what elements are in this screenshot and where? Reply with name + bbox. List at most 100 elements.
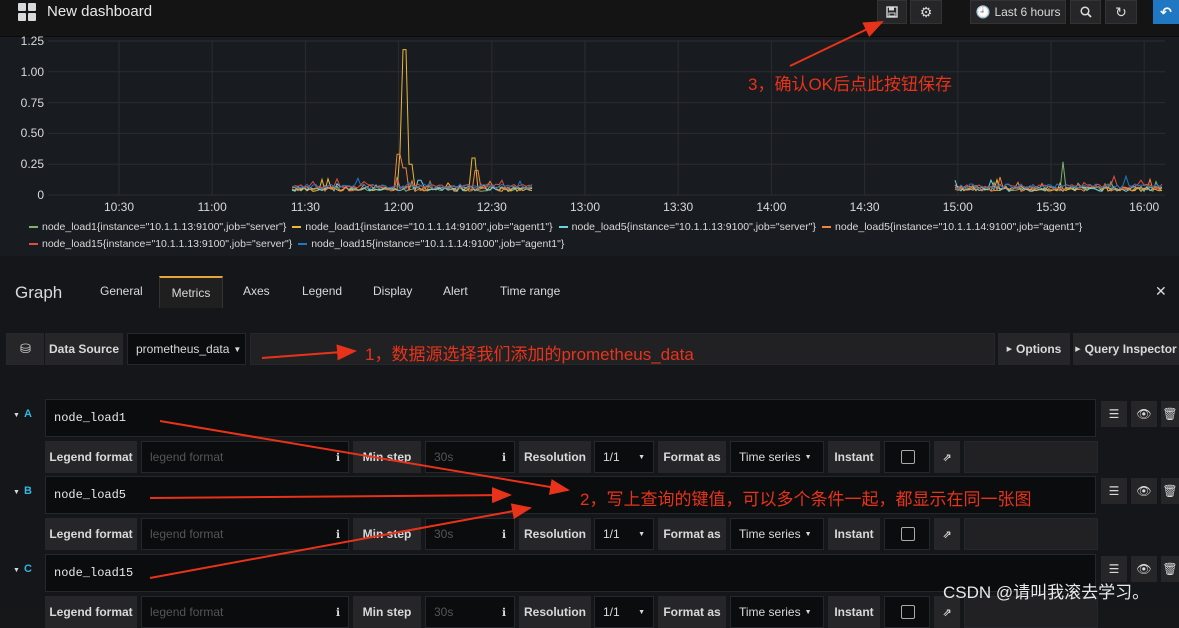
legend-item[interactable]: node_load5{instance="10.1.1.13:9100",job… — [558, 221, 816, 233]
annotation-query-hint: 2，写上查询的键值，可以多个条件一起，都显示在同一张图 — [580, 490, 1032, 509]
share-query-button[interactable]: ⇗ — [934, 441, 960, 473]
tab-legend[interactable]: Legend — [302, 284, 342, 298]
delete-query-button[interactable]: 🗑 — [1161, 401, 1179, 427]
instant-label: Instant — [828, 596, 880, 628]
query-menu-button[interactable]: ☰ — [1101, 478, 1127, 504]
x-tick-label: 15:00 — [942, 200, 973, 214]
info-icon: ℹ — [501, 528, 506, 541]
tab-time-range[interactable]: Time range — [500, 284, 560, 298]
resolution-value: 1/1 — [603, 527, 620, 541]
query-menu-button[interactable]: ☰ — [1101, 401, 1127, 427]
trash-icon: 🗑 — [1162, 484, 1178, 498]
instant-label: Instant — [828, 518, 880, 550]
instant-checkbox[interactable] — [901, 527, 915, 541]
close-editor-icon[interactable]: ✕ — [1155, 283, 1167, 300]
info-icon: ℹ — [335, 606, 340, 619]
dashboard-title[interactable]: New dashboard — [47, 3, 152, 20]
save-dashboard-button[interactable] — [877, 0, 907, 24]
time-picker-button[interactable]: 🕘 Last 6 hours — [970, 0, 1066, 24]
bars-icon: ☰ — [1108, 484, 1120, 498]
x-tick-label: 12:00 — [383, 200, 414, 214]
refresh-icon: ↻ — [1115, 3, 1127, 20]
instant-toggle[interactable] — [884, 518, 930, 550]
y-tick-label: 1.00 — [20, 64, 44, 79]
legend-item[interactable]: node_load5{instance="10.1.1.14:9100",job… — [822, 221, 1082, 233]
legend-format-input[interactable]: legend format ℹ — [141, 441, 349, 473]
dashboard-grid-icon[interactable] — [18, 3, 36, 21]
query-expression-text: node_load15 — [54, 566, 134, 580]
y-tick-label: 0 — [37, 188, 44, 202]
settings-button[interactable]: ⚙ — [910, 0, 942, 24]
options-button[interactable]: ▶ Options — [998, 333, 1070, 365]
y-tick-label: 0.50 — [20, 126, 44, 141]
x-tick-label: 11:30 — [290, 200, 320, 214]
instant-checkbox[interactable] — [901, 605, 915, 619]
zoom-out-button[interactable] — [1070, 0, 1101, 24]
instant-checkbox[interactable] — [901, 450, 915, 464]
legend-label: node_load15{instance="10.1.1.13:9100",jo… — [42, 238, 293, 250]
legend-format-input[interactable]: legend format ℹ — [141, 518, 349, 550]
query-row-spacer — [964, 441, 1098, 473]
query-inspector-label: Query Inspector — [1084, 342, 1177, 356]
database-icon: ⛁ — [20, 341, 31, 356]
query-ref-a[interactable]: ▼ A — [13, 408, 32, 420]
datasource-value: prometheus_data — [136, 342, 230, 356]
toggle-query-visibility-button[interactable]: 👁 — [1131, 401, 1157, 427]
x-tick-label: 13:00 — [569, 200, 601, 214]
format-as-value: Time series — [739, 605, 801, 619]
instant-toggle[interactable] — [884, 441, 930, 473]
csdn-watermark: CSDN @请叫我滚去学习。 — [943, 583, 1150, 602]
legend-item[interactable]: node_load1{instance="10.1.1.13:9100",job… — [29, 221, 286, 233]
delete-query-button[interactable]: 🗑 — [1161, 556, 1179, 582]
resolution-label: Resolution — [519, 441, 591, 473]
query-expression-input[interactable]: node_load15 — [45, 554, 1096, 592]
info-icon: ℹ — [501, 451, 506, 464]
legend-item[interactable]: node_load1{instance="10.1.1.14:9100",job… — [292, 221, 553, 233]
format-as-select[interactable]: Time series ▼ — [730, 441, 824, 473]
min-step-label: Min step — [353, 518, 421, 550]
y-tick-label: 0.75 — [20, 95, 44, 110]
resolution-select[interactable]: 1/1 ▼ — [594, 518, 654, 550]
legend-item[interactable]: node_load15{instance="10.1.1.14:9100",jo… — [298, 238, 564, 250]
delete-query-button[interactable]: 🗑 — [1161, 478, 1179, 504]
tab-alert[interactable]: Alert — [443, 284, 468, 298]
min-step-input[interactable]: 30s ℹ — [425, 596, 515, 628]
format-as-select[interactable]: Time series ▼ — [730, 518, 824, 550]
tab-axes[interactable]: Axes — [243, 284, 270, 298]
bars-icon: ☰ — [1108, 407, 1120, 421]
back-button[interactable]: ↶ — [1153, 0, 1179, 24]
legend-format-placeholder: legend format — [150, 527, 224, 541]
resolution-select[interactable]: 1/1 ▼ — [594, 441, 654, 473]
min-step-input[interactable]: 30s ℹ — [425, 441, 515, 473]
min-step-input[interactable]: 30s ℹ — [425, 518, 515, 550]
query-expression-text: node_load1 — [54, 411, 127, 425]
graph-panel: 1.25 1.00 0.75 0.50 0.25 0 10:30 11:00 11:30 12:… — [0, 34, 1179, 256]
caret-down-icon: ▼ — [638, 608, 645, 616]
x-tick-label: 12:30 — [476, 200, 507, 214]
legend-swatch — [29, 243, 38, 246]
min-step-placeholder: 30s — [434, 527, 454, 541]
share-query-button[interactable]: ⇗ — [934, 518, 960, 550]
legend-swatch — [822, 226, 832, 229]
gear-icon: ⚙ — [919, 3, 933, 20]
query-expression-input[interactable]: node_load1 — [45, 399, 1096, 437]
refresh-button[interactable]: ↻ — [1105, 0, 1137, 24]
resolution-select[interactable]: 1/1 ▼ — [594, 596, 654, 628]
legend-item[interactable]: node_load15{instance="10.1.1.13:9100",jo… — [29, 238, 292, 250]
query-ref-c[interactable]: ▼ C — [13, 563, 32, 575]
caret-down-icon: ▼ — [804, 530, 812, 538]
format-as-value: Time series — [739, 527, 801, 541]
trash-icon: 🗑 — [1162, 407, 1178, 421]
format-as-value: Time series — [739, 450, 801, 464]
datasource-label: Data Source — [45, 333, 123, 365]
datasource-select[interactable]: prometheus_data ▼ — [127, 333, 246, 365]
tab-display[interactable]: Display — [373, 284, 412, 298]
tab-metrics[interactable]: Metrics — [159, 276, 223, 308]
query-ref-b[interactable]: ▼ B — [13, 485, 32, 497]
format-as-select[interactable]: Time series ▼ — [730, 596, 824, 628]
toggle-query-visibility-button[interactable]: 👁 — [1131, 478, 1157, 504]
tab-general[interactable]: General — [100, 284, 143, 298]
query-inspector-button[interactable]: ▶ Query Inspector — [1073, 333, 1179, 365]
legend-format-input[interactable]: legend format ℹ — [141, 596, 349, 628]
instant-toggle[interactable] — [884, 596, 930, 628]
